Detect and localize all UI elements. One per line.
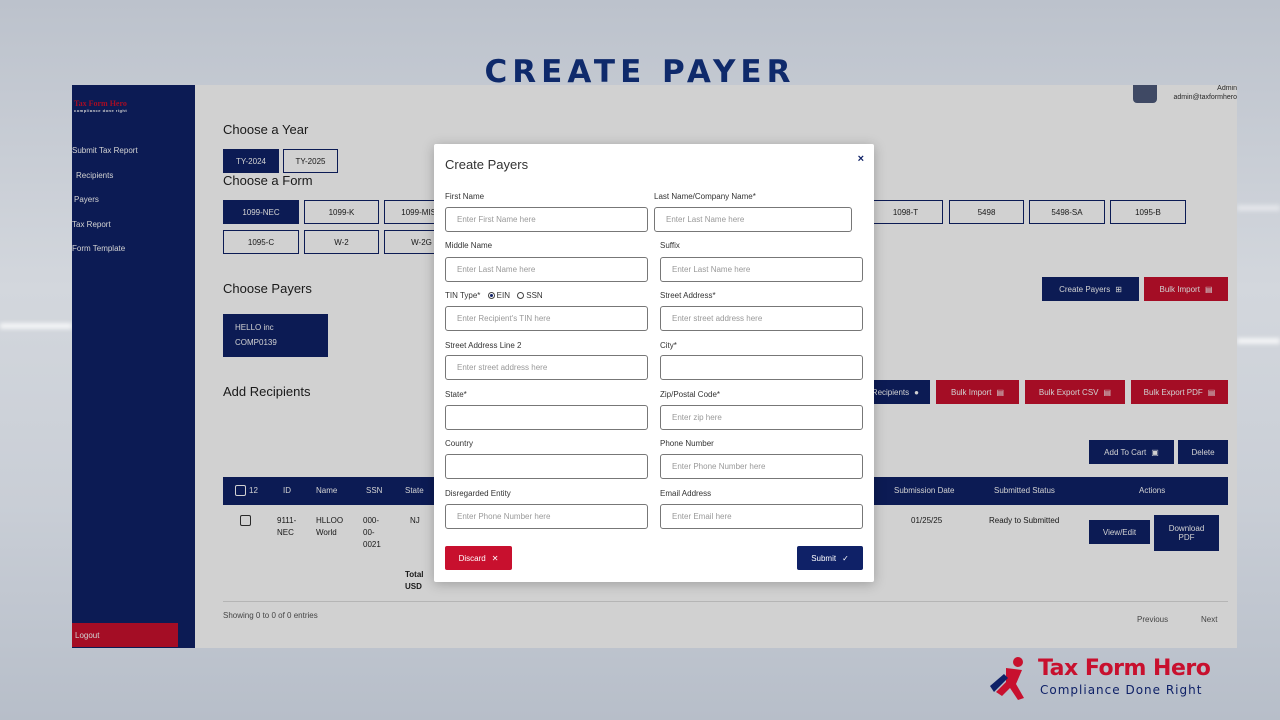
ssn-radio[interactable] — [517, 292, 525, 300]
street-address-field[interactable]: Enter street address here — [660, 306, 863, 331]
middle-name-field[interactable]: Enter Last Name here — [445, 257, 648, 282]
ein-radio[interactable] — [487, 292, 495, 300]
city-field[interactable] — [660, 355, 863, 380]
hero-figure-icon — [990, 657, 1024, 700]
tin-type-group: TIN Type* EIN SSN — [445, 291, 543, 300]
modal-title: Create Payers — [445, 157, 529, 172]
city-label: City* — [660, 341, 677, 350]
discard-button[interactable]: Discard ✕ — [445, 546, 512, 570]
phone-field[interactable]: Enter Phone Number here — [660, 454, 863, 479]
state-field[interactable] — [445, 405, 648, 430]
first-name-field[interactable]: Enter First Name here — [445, 207, 648, 232]
email-label: Email Address — [660, 489, 712, 498]
close-icon[interactable]: × — [858, 153, 864, 165]
disregarded-entity-label: Disregarded Entity — [445, 489, 511, 498]
zip-field[interactable]: Enter zip here — [660, 405, 863, 430]
street-address-2-field[interactable]: Enter street address here — [445, 355, 648, 380]
state-label: State* — [445, 390, 467, 399]
ein-label: EIN — [496, 291, 510, 300]
last-name-field[interactable]: Enter Last Name here — [654, 207, 852, 232]
country-field[interactable] — [445, 454, 648, 479]
create-payers-modal: Create Payers × First Name Enter First N… — [434, 144, 874, 582]
country-label: Country — [445, 439, 474, 448]
email-field[interactable]: Enter Email here — [660, 504, 863, 529]
submit-button[interactable]: Submit ✓ — [797, 546, 863, 570]
ssn-label: SSN — [526, 291, 543, 300]
suffix-label: Suffix — [660, 241, 680, 250]
first-name-label: First Name — [445, 192, 485, 201]
last-name-label: Last Name/Company Name* — [654, 192, 756, 201]
street-address-2-label: Street Address Line 2 — [445, 341, 522, 350]
tin-field[interactable]: Enter Recipient's TIN here — [445, 306, 648, 331]
street-address-label: Street Address* — [660, 291, 716, 300]
phone-label: Phone Number — [660, 439, 714, 448]
brand-logo: Tax Form Hero Compliance Done Right — [988, 656, 1228, 704]
discard-label: Discard — [458, 553, 486, 563]
close-icon: ✕ — [491, 553, 499, 563]
brand-tagline: Compliance Done Right — [1040, 683, 1203, 697]
disregarded-entity-field[interactable]: Enter Phone Number here — [445, 504, 648, 529]
submit-label: Submit — [811, 553, 837, 563]
suffix-field[interactable]: Enter Last Name here — [660, 257, 863, 282]
brand-name: Tax Form Hero — [1038, 656, 1211, 681]
check-icon: ✓ — [842, 553, 849, 563]
tin-type-label: TIN Type* — [445, 291, 481, 300]
zip-label: Zip/Postal Code* — [660, 390, 721, 399]
middle-name-label: Middle Name — [445, 241, 493, 250]
